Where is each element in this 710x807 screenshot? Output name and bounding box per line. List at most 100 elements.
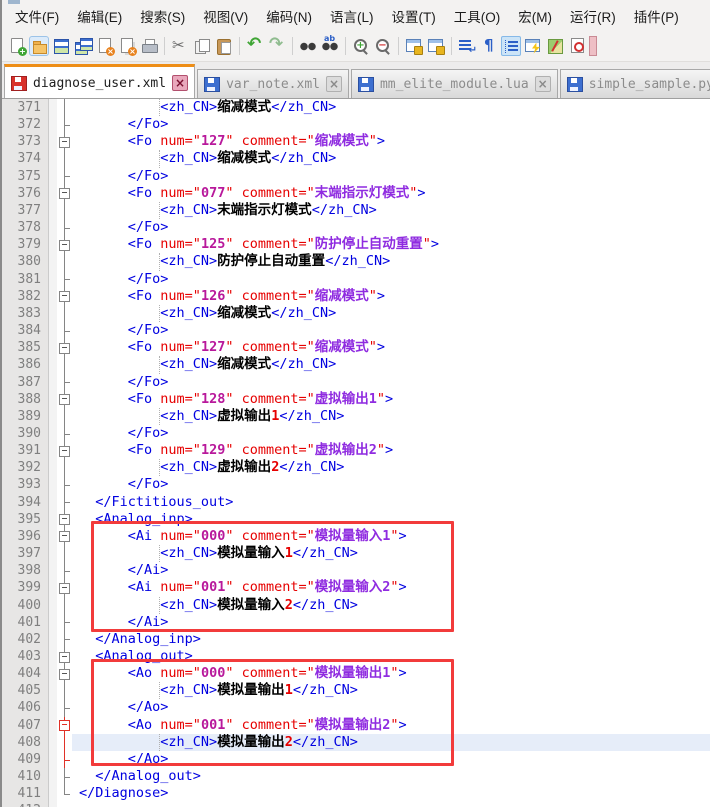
zoom-out-icon[interactable] [373, 36, 393, 56]
close-icon[interactable] [95, 36, 115, 56]
code-text[interactable]: <Ai num="000" comment="模拟量输入1"> [72, 528, 710, 545]
menu-item-11[interactable]: 插件(P) [625, 4, 688, 28]
code-text[interactable]: <Fo num="127" comment="缩减模式"> [72, 339, 710, 356]
code-text[interactable]: <zh_CN>模拟量输出1</zh_CN> [72, 682, 710, 699]
code-text[interactable]: </Ao> [72, 699, 710, 716]
paste-icon[interactable] [214, 36, 234, 56]
code-text[interactable]: <Fo num="126" comment="缩减模式"> [72, 288, 710, 305]
code-text[interactable]: </Fo> [72, 374, 710, 391]
tab-diagnose_user.xml[interactable]: diagnose_user.xml× [4, 64, 195, 99]
menu-item-6[interactable]: 语言(L) [321, 4, 383, 28]
tab-close-icon[interactable]: × [535, 76, 551, 92]
code-text[interactable]: <Fo num="128" comment="虚拟输出1"> [72, 391, 710, 408]
save-all-icon[interactable] [73, 36, 93, 56]
code-text[interactable]: <zh_CN>缩减模式</zh_CN> [72, 305, 710, 322]
sync-horizontal-scroll-icon[interactable] [426, 36, 446, 56]
code-text[interactable] [72, 802, 710, 807]
editor-area[interactable]: 371 <zh_CN>缩减模式</zh_CN>372 </Fo>373 <Fo … [2, 99, 710, 807]
code-text[interactable]: <Ao num="001" comment="模拟量输出2"> [72, 717, 710, 734]
function-list-icon[interactable] [523, 36, 543, 56]
code-text[interactable]: </Fo> [72, 116, 710, 133]
fold-collapse-icon[interactable] [59, 343, 70, 354]
undo-icon[interactable] [245, 36, 265, 56]
code-text[interactable]: <Ao num="000" comment="模拟量输出1"> [72, 665, 710, 682]
menu-item-4[interactable]: 视图(V) [194, 4, 257, 28]
replace-icon[interactable] [320, 36, 340, 56]
sync-vertical-scroll-icon[interactable] [404, 36, 424, 56]
code-text[interactable]: </Fo> [72, 322, 710, 339]
fold-collapse-icon[interactable] [59, 720, 70, 731]
menu-item-10[interactable]: 运行(R) [561, 4, 625, 28]
fold-collapse-icon[interactable] [59, 652, 70, 663]
show-indent-guide-icon[interactable] [501, 36, 521, 56]
code-text[interactable]: </Ao> [72, 751, 710, 768]
code-text[interactable]: <zh_CN>缩减模式</zh_CN> [72, 99, 710, 116]
tab-var_note.xml[interactable]: var_note.xml× [197, 69, 349, 98]
code-text[interactable]: <zh_CN>缩减模式</zh_CN> [72, 356, 710, 373]
menu-item-9[interactable]: 宏(M) [509, 4, 561, 28]
zoom-in-icon[interactable] [351, 36, 371, 56]
document-map-icon[interactable] [545, 36, 565, 56]
fold-collapse-icon[interactable] [59, 531, 70, 542]
code-text[interactable]: <Ai num="001" comment="模拟量输入2"> [72, 579, 710, 596]
code-text[interactable]: </Fictitious_out> [72, 494, 710, 511]
fold-collapse-icon[interactable] [59, 669, 70, 680]
code-text[interactable]: </Ai> [72, 562, 710, 579]
code-text[interactable]: <Fo num="127" comment="缩减模式"> [72, 133, 710, 150]
code-text[interactable]: </Analog_inp> [72, 631, 710, 648]
fold-collapse-icon[interactable] [59, 514, 70, 525]
open-file-icon[interactable] [29, 36, 49, 56]
code-text[interactable]: </Fo> [72, 271, 710, 288]
macro-record-icon[interactable] [567, 36, 587, 56]
menu-item-3[interactable]: 搜索(S) [131, 4, 194, 28]
code-text[interactable]: <zh_CN>模拟量输入2</zh_CN> [72, 597, 710, 614]
fold-collapse-icon[interactable] [59, 137, 70, 148]
find-icon[interactable] [298, 36, 318, 56]
show-all-characters-icon[interactable] [479, 36, 499, 56]
menu-item-8[interactable]: 工具(O) [445, 4, 510, 28]
menu-item-5[interactable]: 编码(N) [257, 4, 321, 28]
code-text[interactable]: </Fo> [72, 425, 710, 442]
clipped-icon[interactable] [589, 36, 597, 56]
code-line-400: 400 <zh_CN>模拟量输入2</zh_CN> [2, 597, 710, 614]
code-text[interactable]: <zh_CN>缩减模式</zh_CN> [72, 150, 710, 167]
fold-collapse-icon[interactable] [59, 446, 70, 457]
fold-collapse-icon[interactable] [59, 394, 70, 405]
code-text[interactable]: <zh_CN>模拟量输出2</zh_CN> [72, 734, 710, 751]
fold-collapse-icon[interactable] [59, 188, 70, 199]
word-wrap-icon[interactable] [457, 36, 477, 56]
fold-collapse-icon[interactable] [59, 583, 70, 594]
code-text[interactable]: <Analog_inp> [72, 511, 710, 528]
fold-collapse-icon[interactable] [59, 291, 70, 302]
code-text[interactable]: <Analog_out> [72, 648, 710, 665]
menu-item-1[interactable]: 文件(F) [6, 4, 68, 28]
save-icon[interactable] [51, 36, 71, 56]
copy-icon[interactable] [192, 36, 212, 56]
code-text[interactable]: </Diagnose> [72, 785, 710, 802]
code-text[interactable]: </Ai> [72, 614, 710, 631]
tab-close-icon[interactable]: × [172, 75, 188, 91]
redo-icon[interactable] [267, 36, 287, 56]
code-text[interactable]: <zh_CN>虚拟输出2</zh_CN> [72, 459, 710, 476]
menu-item-2[interactable]: 编辑(E) [68, 4, 131, 28]
cut-icon[interactable] [170, 36, 190, 56]
code-text[interactable]: <Fo num="077" comment="末端指示灯模式"> [72, 185, 710, 202]
code-text[interactable]: </Fo> [72, 219, 710, 236]
code-text[interactable]: <zh_CN>虚拟输出1</zh_CN> [72, 408, 710, 425]
tab-close-icon[interactable]: × [326, 76, 342, 92]
menu-item-7[interactable]: 设置(T) [383, 4, 445, 28]
code-text[interactable]: </Fo> [72, 476, 710, 493]
close-all-icon[interactable] [117, 36, 137, 56]
code-text[interactable]: <Fo num="125" comment="防护停止自动重置"> [72, 236, 710, 253]
code-text[interactable]: <zh_CN>防护停止自动重置</zh_CN> [72, 253, 710, 270]
code-text[interactable]: <zh_CN>末端指示灯模式</zh_CN> [72, 202, 710, 219]
tab-mm_elite_module.lua[interactable]: mm_elite_module.lua× [351, 69, 558, 98]
tab-simple_sample.py[interactable]: simple_sample.py× [560, 69, 710, 98]
code-text[interactable]: </Analog_out> [72, 768, 710, 785]
new-file-icon[interactable] [7, 36, 27, 56]
fold-collapse-icon[interactable] [59, 240, 70, 251]
code-text[interactable]: <zh_CN>模拟量输入1</zh_CN> [72, 545, 710, 562]
code-text[interactable]: </Fo> [72, 168, 710, 185]
print-icon[interactable] [139, 36, 159, 56]
code-text[interactable]: <Fo num="129" comment="虚拟输出2"> [72, 442, 710, 459]
